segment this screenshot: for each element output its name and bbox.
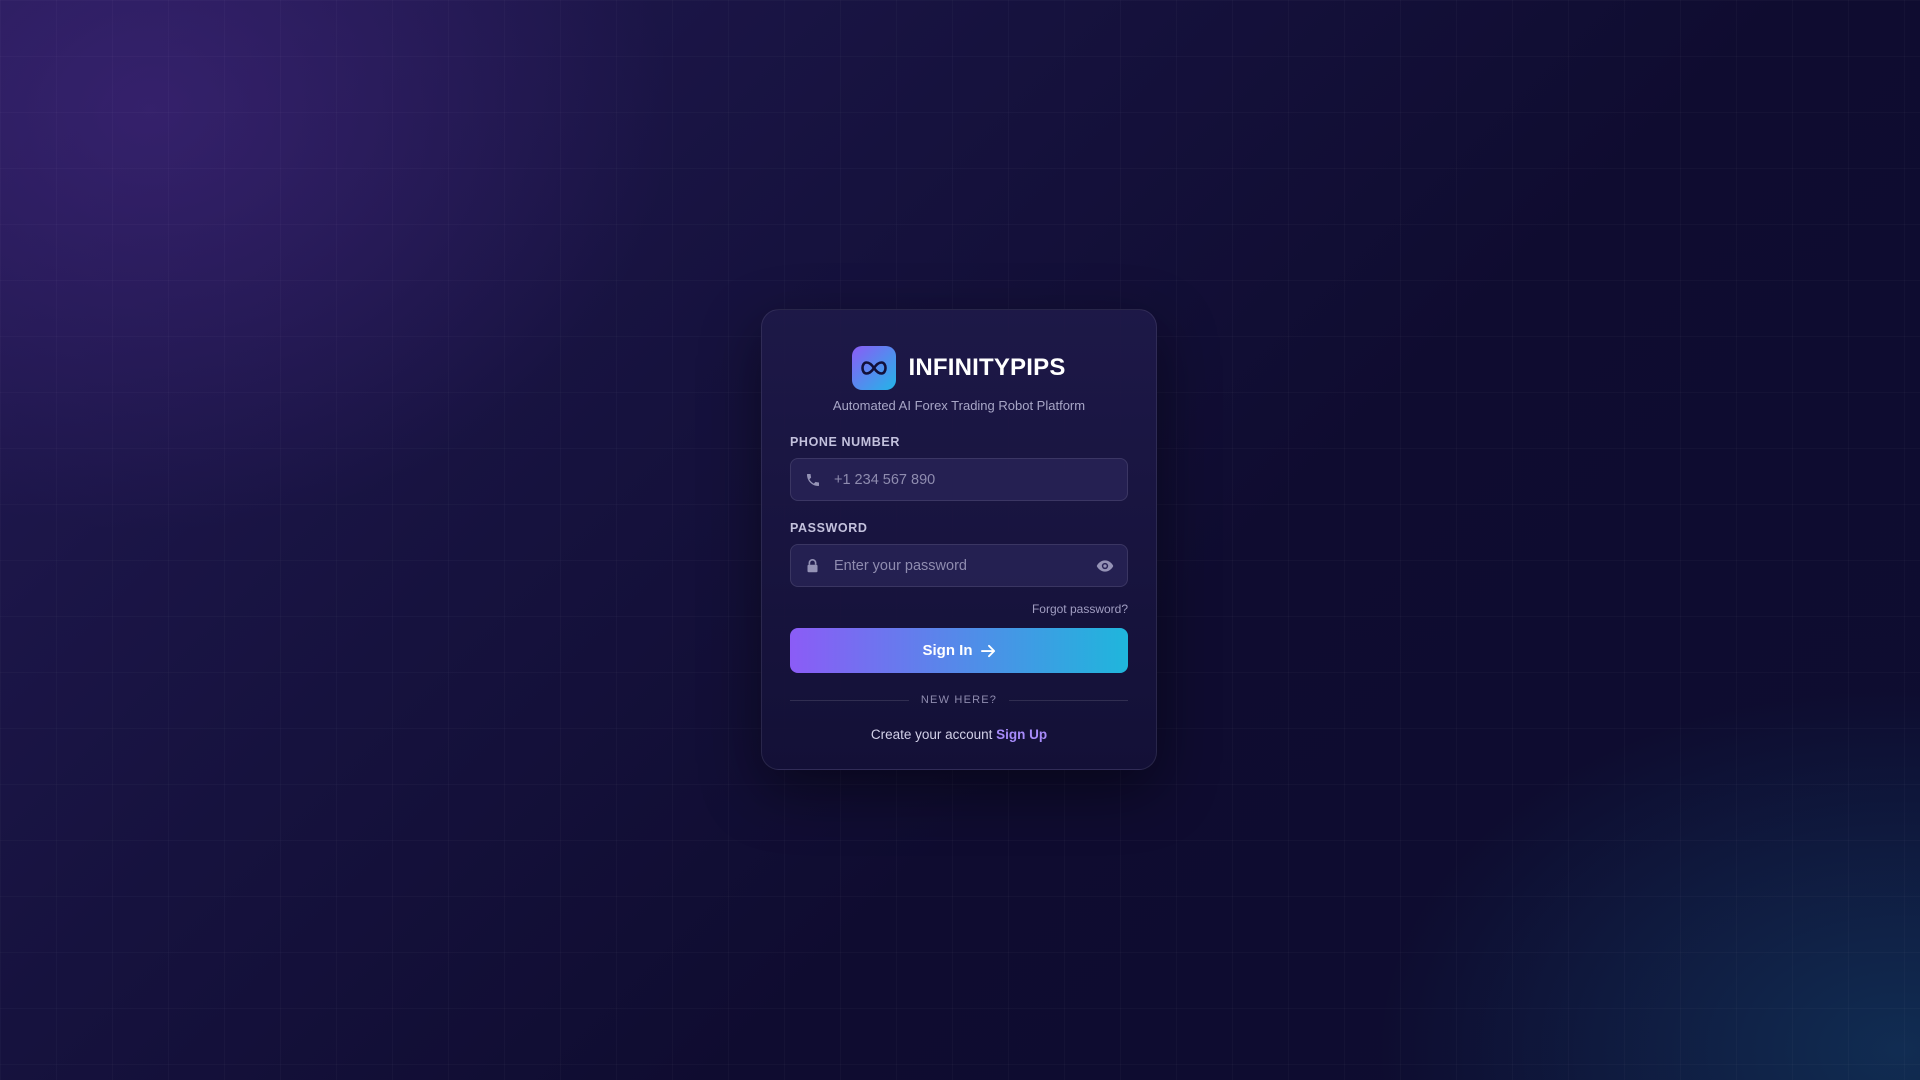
divider-line-left (790, 699, 909, 701)
infinity-icon (861, 361, 888, 375)
sign-in-label: Sign In (922, 642, 973, 659)
new-here-divider: NEW HERE? (790, 693, 1129, 707)
divider-line-right (1009, 699, 1129, 701)
brand-header: INFINITYPIPS (790, 346, 1128, 390)
sign-up-link[interactable]: Sign Up (996, 727, 1047, 742)
password-input[interactable] (834, 557, 1095, 574)
eye-icon[interactable] (1095, 556, 1115, 576)
phone-field[interactable] (790, 458, 1128, 501)
arrow-right-icon (980, 644, 996, 658)
signup-row: Create your account Sign Up (790, 727, 1128, 742)
forgot-row: Forgot password? (790, 600, 1128, 616)
forgot-password-link[interactable]: Forgot password? (1032, 602, 1128, 616)
app-name: INFINITYPIPS (908, 354, 1066, 381)
phone-icon (804, 471, 821, 488)
phone-label: PHONE NUMBER (790, 435, 900, 449)
app-logo (852, 346, 897, 390)
signup-prompt: Create your account (870, 727, 993, 742)
lock-icon (804, 557, 821, 574)
sign-in-button[interactable]: Sign In (790, 628, 1128, 673)
app-tagline: Automated AI Forex Trading Robot Platfor… (832, 398, 1086, 413)
password-field[interactable] (790, 544, 1128, 587)
password-label: PASSWORD (790, 521, 868, 535)
login-card: INFINITYPIPS Automated AI Forex Trading … (761, 309, 1157, 770)
divider-text: NEW HERE? (920, 694, 998, 706)
phone-input[interactable] (834, 471, 1115, 488)
